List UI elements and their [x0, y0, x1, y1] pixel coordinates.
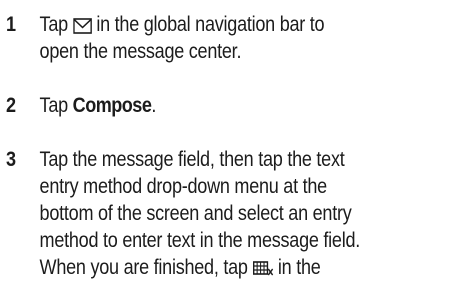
step-2-line-1: Tap Compose.: [40, 92, 444, 119]
step-1-line-1: Tap in the global navigation bar to: [40, 11, 444, 38]
step-1-text-after-icon: in the global navigation bar to: [96, 13, 325, 36]
step-3-line-2: entry method drop-down menu at the: [39, 175, 328, 198]
step-3-text-after-icon: in the: [277, 256, 321, 279]
step-2-text-after: .: [151, 94, 157, 117]
step-2: 2 Tap Compose.: [0, 92, 444, 119]
envelope-icon: [72, 18, 92, 34]
step-number: 3: [6, 148, 16, 171]
step-2-text-before: Tap: [39, 94, 69, 117]
step-1-line-2: open the message center.: [39, 40, 242, 63]
step-3-line-4: method to enter text in the message fiel…: [39, 229, 361, 252]
step-number: 1: [6, 13, 16, 36]
step-1-text-before-icon: Tap: [39, 13, 69, 36]
step-3: 3 Tap the message field, then tap the te…: [0, 146, 444, 281]
step-3-line-1: Tap the message field, then tap the text: [39, 148, 345, 171]
keyboard-close-icon: [252, 261, 273, 277]
step-3-text-before-icon: When you are finished, tap: [39, 256, 248, 279]
step-3-line-5: When you are finished, tap in the: [40, 254, 444, 281]
step-number: 2: [6, 94, 16, 117]
compose-label: Compose: [72, 94, 152, 117]
step-3-line-3: bottom of the screen and select an entry: [39, 202, 352, 225]
step-1: 1 Tap in the global navigation bar to op…: [0, 11, 444, 65]
